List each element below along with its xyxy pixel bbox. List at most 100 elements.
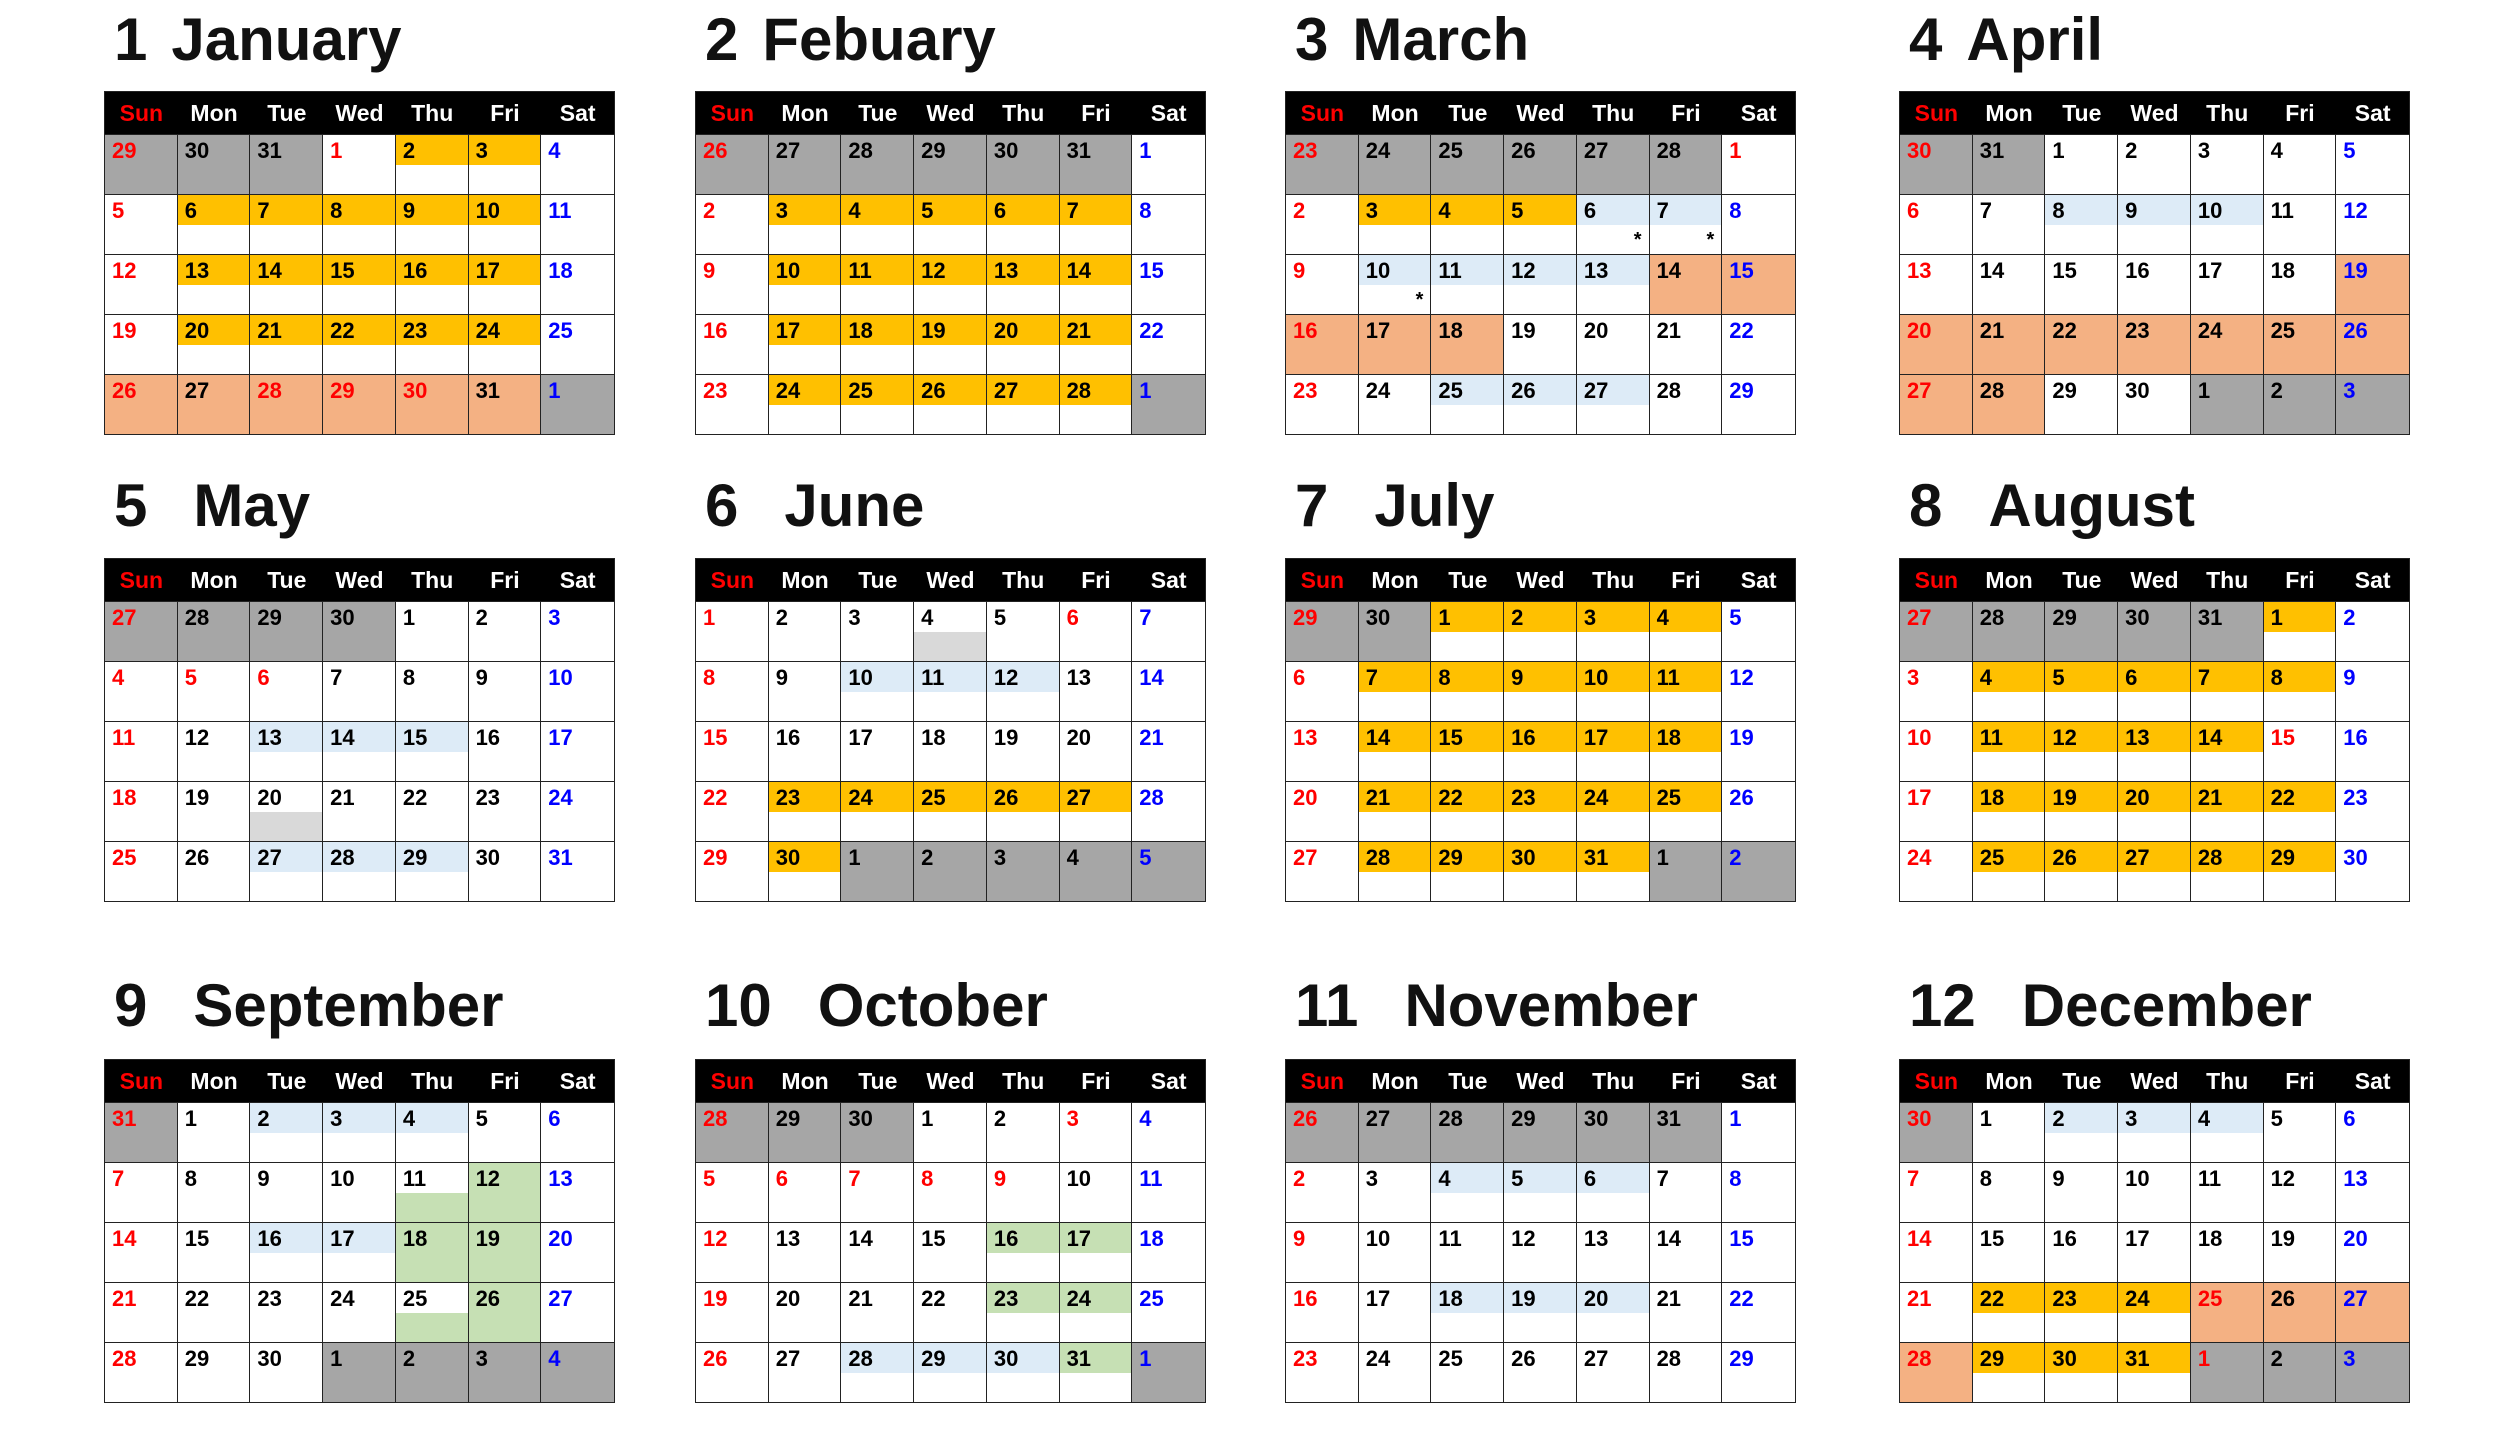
day-cell: 15 — [2263, 721, 2337, 781]
day-cell: 11 — [1431, 1222, 1505, 1282]
day-number: 6 — [1583, 1166, 1597, 1191]
day-cell: 5 — [1504, 194, 1577, 254]
day-number: 25 — [402, 1286, 428, 1311]
day-number: 29 — [921, 1346, 946, 1371]
weekday-label: Sun — [710, 566, 755, 593]
day-number: 14 — [1656, 1226, 1682, 1251]
day-number: 27 — [2125, 845, 2150, 870]
day-number: 23 — [775, 785, 801, 810]
day-cell: 29 — [323, 374, 396, 434]
day-cell: 23 — [1286, 134, 1359, 194]
day-number: 12 — [921, 258, 946, 283]
day-cell: 20 — [1576, 1282, 1650, 1342]
day-cell: 27 — [1900, 601, 1973, 661]
day-cell: 14 — [1900, 1222, 1973, 1282]
month-table: Sun Mon Tue Wed Thu Fri Sat 29 30 31 1 2 3 4 5 6 7 8 9 10 11… — [104, 91, 615, 435]
day-number: 11 — [1979, 725, 2003, 750]
weekday-label: Wed — [926, 1067, 975, 1094]
weekday-label: Fri — [490, 566, 520, 593]
day-cell: 10 — [1576, 661, 1650, 721]
day-number: 20 — [1293, 785, 1318, 810]
day-cell: 27 — [1358, 1102, 1432, 1162]
day-cell: 29 — [1722, 374, 1795, 434]
day-number: 2 — [993, 1106, 1007, 1131]
day-number: 26 — [1293, 1106, 1318, 1131]
day-number: 18 — [402, 1226, 428, 1251]
day-number: 26 — [703, 138, 728, 163]
weekday-label: Fri — [490, 99, 520, 126]
day-cell: 23 — [250, 1282, 324, 1342]
day-number: 30 — [1365, 605, 1391, 630]
weekday-label: Tue — [858, 1067, 898, 1094]
day-cell: 21 — [2190, 781, 2264, 841]
day-cell: 26 — [468, 1282, 542, 1342]
day-cell: 13 — [2336, 1162, 2409, 1222]
day-number: 7 — [112, 1166, 125, 1191]
day-cell: 1 — [323, 1342, 396, 1402]
day-cell: 28 — [696, 1102, 769, 1162]
day-cell: 11 — [2190, 1162, 2264, 1222]
day-cell: 8 — [177, 1162, 251, 1222]
day-cell: 25 — [1649, 781, 1723, 841]
day-number: 16 — [475, 725, 501, 750]
day-number: 22 — [703, 785, 728, 810]
day-number: 15 — [1729, 1226, 1754, 1251]
day-number: 25 — [2197, 1286, 2223, 1311]
day-cell: 26 — [1504, 134, 1577, 194]
week-grid: 30 31 1 2 3 4 5 6 7 8 9 10 11 12 13 14 15 16 17 18 19 20 21 22 2… — [1900, 134, 2409, 434]
day-number: 10 — [1907, 725, 1932, 750]
day-number: 19 — [703, 1286, 728, 1311]
day-number: 4 — [921, 605, 934, 630]
month-title: 8 August — [1909, 476, 2195, 536]
day-number: 22 — [921, 1286, 946, 1311]
day-number: 23 — [475, 785, 501, 810]
day-number: 21 — [1066, 318, 1092, 343]
weekday-label: Sun — [119, 1067, 164, 1094]
day-cell: 1 — [1132, 1342, 1205, 1402]
day-number: 30 — [2343, 845, 2368, 870]
day-cell: 24 — [1358, 134, 1432, 194]
day-cell: 10 — [2118, 1162, 2191, 1222]
day-cell: 4 — [541, 1342, 614, 1402]
asterisk-mark: * — [1415, 289, 1424, 311]
day-number: 22 — [184, 1286, 210, 1311]
day-number: 20 — [1583, 318, 1609, 343]
month-name: June — [784, 472, 925, 539]
day-cell: 20 — [541, 1222, 614, 1282]
day-cell: 2 — [2263, 1342, 2337, 1402]
weekday-label: Sun — [1300, 566, 1345, 593]
day-cell: 6 — [177, 194, 251, 254]
day-cell: 30 — [2118, 374, 2191, 434]
weekday-label: Mon — [781, 566, 829, 593]
day-number: 12 — [1511, 258, 1536, 283]
day-number: 14 — [848, 1226, 873, 1251]
day-number: 26 — [2270, 1286, 2296, 1311]
weekday-label: Sun — [710, 1067, 755, 1094]
day-cell: 5 — [2336, 134, 2409, 194]
day-cell: 4 — [105, 661, 178, 721]
week-grid: 31 1 2 3 4 5 6 7 8 9 10 11 12 13 14 15 16 17 18 19 20 21 22 23 2… — [105, 1102, 614, 1402]
month-title: 4 April — [1909, 10, 2103, 70]
day-number: 20 — [1066, 725, 1092, 750]
day-cell: 18 — [2190, 1222, 2264, 1282]
day-cell: 30 — [1900, 1102, 1973, 1162]
day-number: 9 — [993, 1166, 1007, 1191]
day-number: 11 — [2270, 198, 2294, 223]
day-number: 16 — [1511, 725, 1536, 750]
day-cell: 16 — [986, 1222, 1060, 1282]
day-cell: 17 — [768, 314, 842, 374]
day-cell: 6 — [541, 1102, 614, 1162]
day-number: 28 — [848, 1346, 873, 1371]
day-number: 11 — [848, 258, 872, 283]
day-number: 27 — [1907, 378, 1932, 403]
day-number: 26 — [1511, 138, 1536, 163]
day-cell: 12 — [177, 721, 251, 781]
day-number: 15 — [1979, 1226, 2005, 1251]
day-cell: 26 — [177, 841, 251, 901]
day-number: 18 — [2270, 258, 2296, 283]
month-number: 5 — [114, 472, 148, 539]
day-cell: 2 — [395, 1342, 469, 1402]
day-number: 25 — [1656, 785, 1682, 810]
day-number: 8 — [921, 1166, 934, 1191]
day-number: 8 — [1979, 1166, 1992, 1191]
